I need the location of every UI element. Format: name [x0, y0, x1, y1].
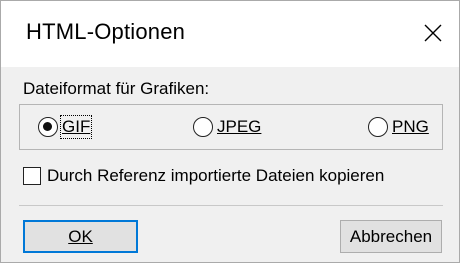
radio-gif-label: GIF — [59, 115, 93, 139]
radio-jpeg-label: JPEG — [217, 117, 262, 136]
ok-button[interactable]: OK — [23, 220, 138, 253]
copy-referenced-files-label: Durch Referenz importierte Dateien kopie… — [47, 166, 385, 185]
radio-gif-circle — [38, 117, 58, 137]
html-options-dialog: HTML-Optionen Dateiformat für Grafiken: … — [0, 0, 460, 263]
close-icon — [424, 24, 442, 42]
title-bar: HTML-Optionen — [1, 1, 459, 67]
cancel-button-label: Abbrechen — [349, 226, 433, 246]
radio-png-label: PNG — [392, 117, 429, 136]
radio-jpeg-circle — [193, 117, 213, 137]
radio-gif[interactable]: GIF — [38, 115, 93, 139]
dialog-title: HTML-Optionen — [26, 19, 186, 44]
checkbox-box — [23, 167, 41, 185]
radio-selected-dot — [43, 122, 52, 131]
graphics-format-group: GIF JPEG PNG — [19, 104, 443, 150]
radio-png-circle — [368, 117, 388, 137]
radio-jpeg[interactable]: JPEG — [193, 115, 261, 139]
radio-png[interactable]: PNG — [368, 115, 429, 139]
graphics-format-label: Dateiformat für Grafiken: — [23, 79, 210, 98]
close-button[interactable] — [413, 14, 453, 54]
separator — [19, 205, 443, 206]
cancel-button[interactable]: Abbrechen — [340, 220, 442, 253]
ok-button-label: OK — [68, 226, 93, 246]
copy-referenced-files-checkbox[interactable]: Durch Referenz importierte Dateien kopie… — [23, 164, 384, 188]
